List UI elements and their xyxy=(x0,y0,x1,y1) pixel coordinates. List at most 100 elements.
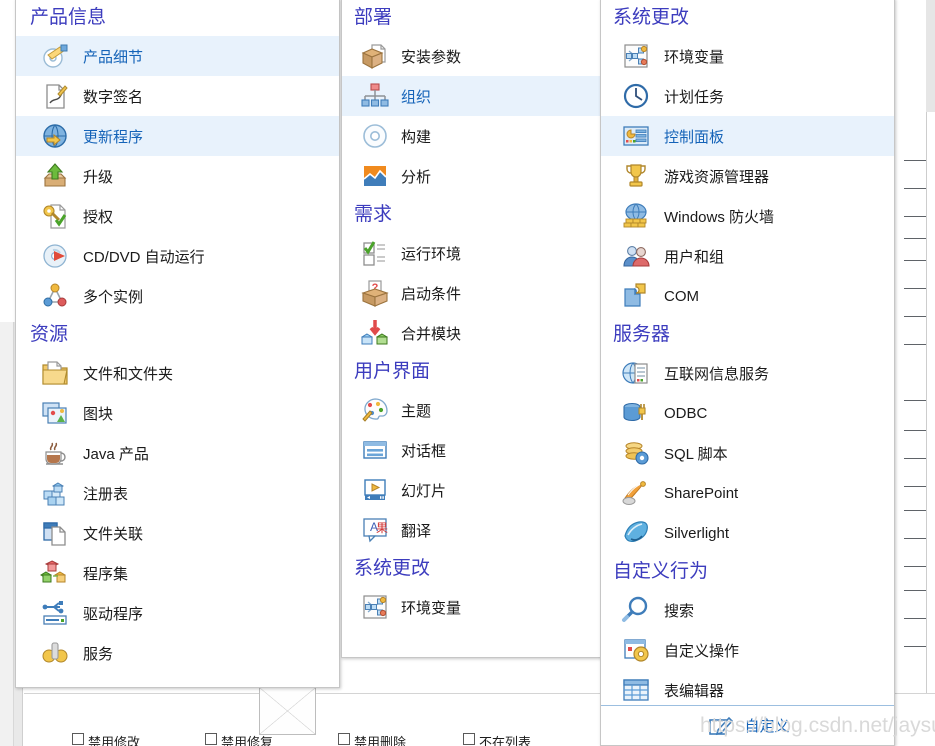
background-checkbox[interactable]: 禁用删除 xyxy=(338,732,406,746)
menu-item[interactable]: SharePoint xyxy=(601,473,894,513)
menu-item-label: 分析 xyxy=(401,168,432,186)
menu-item[interactable]: 搜索 xyxy=(601,590,894,630)
menu-item-label: SQL 脚本 xyxy=(664,445,728,463)
background-image-placeholder xyxy=(259,687,316,735)
menu-item[interactable]: Windows 防火墙 xyxy=(601,196,894,236)
menu-item[interactable]: 控制面板 xyxy=(601,116,894,156)
updater-icon xyxy=(40,121,70,151)
menu-item[interactable]: 组织 xyxy=(342,76,600,116)
background-right-edge-top xyxy=(926,0,935,112)
background-checkbox[interactable]: 禁用修复 xyxy=(205,732,273,746)
group-title: 产品信息 xyxy=(30,6,107,28)
control-panel-icon xyxy=(621,121,651,151)
menu-item[interactable]: A 果翻译 xyxy=(342,510,600,550)
menu-item[interactable]: 分析 xyxy=(342,156,600,196)
menu-item[interactable]: 文件和文件夹 xyxy=(16,353,339,393)
screen-root: 禁用修改 禁用修复 禁用删除 不在列表 产品信息产品细节数字签名更新程序 升级授权 CD/… xyxy=(0,0,935,746)
menu-item[interactable]: 对话框 xyxy=(342,430,600,470)
services-icon xyxy=(40,638,70,668)
menu-item[interactable]: 驱动程序 xyxy=(16,593,339,633)
menu-item[interactable]: 幻灯片 xyxy=(342,470,600,510)
menu-item[interactable]: 数字签名 xyxy=(16,76,339,116)
menu-item[interactable]: 主题 xyxy=(342,390,600,430)
background-checkbox[interactable]: 不在列表 xyxy=(463,732,531,746)
menu-item[interactable]: 合并模块 xyxy=(342,313,600,353)
svg-text:果: 果 xyxy=(376,521,388,535)
menu-item[interactable]: Java 产品 xyxy=(16,433,339,473)
menu-item[interactable]: 环境变量 xyxy=(342,587,600,627)
background-checkbox[interactable]: 禁用修改 xyxy=(72,732,140,746)
menu-item-label: 启动条件 xyxy=(401,285,462,303)
menu-item-label: 翻译 xyxy=(401,522,432,540)
group-title: 系统更改 xyxy=(354,557,431,579)
menu-item[interactable]: 环境变量 xyxy=(601,36,894,76)
menu-item[interactable]: COM xyxy=(601,276,894,316)
menu-item[interactable]: SQL 脚本 xyxy=(601,433,894,473)
menu-item[interactable]: 图块 xyxy=(16,393,339,433)
sql-scripts-icon xyxy=(621,438,651,468)
customize-button-label: 自定义 xyxy=(744,718,790,735)
menu-item-label: 环境变量 xyxy=(401,599,462,617)
menu-item[interactable]: 多个实例 xyxy=(16,276,339,316)
menu-item[interactable]: 程序集 xyxy=(16,553,339,593)
menu-item[interactable]: 自定义操作 xyxy=(601,630,894,670)
menu-item-label: COM xyxy=(664,287,699,305)
menu-item-label: 计划任务 xyxy=(664,88,725,106)
organization-icon xyxy=(360,81,390,111)
menu-item[interactable]: 表编辑器 xyxy=(601,670,894,710)
customize-button[interactable]: 自定义 xyxy=(601,705,894,745)
panel-left-list: 产品信息产品细节数字签名更新程序 升级授权 CD/DVD 自动运行 多个实例资源文件和… xyxy=(16,0,339,673)
menu-item-label: Windows 防火墙 xyxy=(664,208,775,226)
menu-item-label: Silverlight xyxy=(664,524,730,542)
drivers-icon xyxy=(40,598,70,628)
menu-item-label: 幻灯片 xyxy=(401,482,447,500)
game-explorer-icon xyxy=(621,161,651,191)
custom-action-icon xyxy=(621,635,651,665)
menu-item[interactable]: CD/DVD 自动运行 xyxy=(16,236,339,276)
checkbox-box[interactable] xyxy=(205,733,217,745)
menu-item-label: 数字签名 xyxy=(83,88,144,106)
menu-item[interactable]: ? 启动条件 xyxy=(342,273,600,313)
menu-item[interactable]: 游戏资源管理器 xyxy=(601,156,894,196)
tiles-icon xyxy=(40,398,70,428)
checkbox-box[interactable] xyxy=(463,733,475,745)
translation-icon: A果 xyxy=(360,515,390,545)
menu-item[interactable]: ODBC xyxy=(601,393,894,433)
group-title: 系统更改 xyxy=(613,6,690,28)
menu-item[interactable]: 计划任务 xyxy=(601,76,894,116)
menu-item[interactable]: 注册表 xyxy=(16,473,339,513)
menu-item[interactable]: 产品细节 xyxy=(16,36,339,76)
menu-item[interactable]: Silverlight xyxy=(601,513,894,553)
panel-product-information: 产品信息产品细节数字签名更新程序 升级授权 CD/DVD 自动运行 多个实例资源文件和… xyxy=(15,0,340,688)
java-product-icon xyxy=(40,438,70,468)
group-title: 资源 xyxy=(30,323,69,345)
menu-item-label: 图块 xyxy=(83,405,114,423)
checkbox-box[interactable] xyxy=(72,733,84,745)
menu-item[interactable]: 服务 xyxy=(16,633,339,673)
menu-item[interactable]: 运行环境 xyxy=(342,233,600,273)
analytics-icon xyxy=(360,161,390,191)
menu-item-label: 程序集 xyxy=(83,565,129,583)
menu-item[interactable]: 安装参数 xyxy=(342,36,600,76)
menu-item[interactable]: 授权 xyxy=(16,196,339,236)
menu-item[interactable]: 互联网信息服务 xyxy=(601,353,894,393)
product-details-icon xyxy=(40,41,70,71)
search-icon xyxy=(621,595,651,625)
menu-item-label: 组织 xyxy=(401,88,432,106)
menu-item-label: 安装参数 xyxy=(401,48,462,66)
assemblies-icon xyxy=(40,558,70,588)
menu-item[interactable]: 更新程序 xyxy=(16,116,339,156)
menu-item[interactable]: 用户和组 xyxy=(601,236,894,276)
menu-item-label: 搜索 xyxy=(664,602,695,620)
license-key-icon xyxy=(40,201,70,231)
menu-item[interactable]: 构建 xyxy=(342,116,600,156)
menu-item[interactable]: 升级 xyxy=(16,156,339,196)
menu-item-label: Java 产品 xyxy=(83,445,149,463)
scheduled-tasks-icon xyxy=(621,81,651,111)
edit-pencil-icon xyxy=(705,711,735,741)
users-and-groups-icon xyxy=(621,241,651,271)
menu-item[interactable]: 文件关联 xyxy=(16,513,339,553)
menu-item-label: 授权 xyxy=(83,208,114,226)
checkbox-box[interactable] xyxy=(338,733,350,745)
menu-item-label: 互联网信息服务 xyxy=(664,365,770,383)
